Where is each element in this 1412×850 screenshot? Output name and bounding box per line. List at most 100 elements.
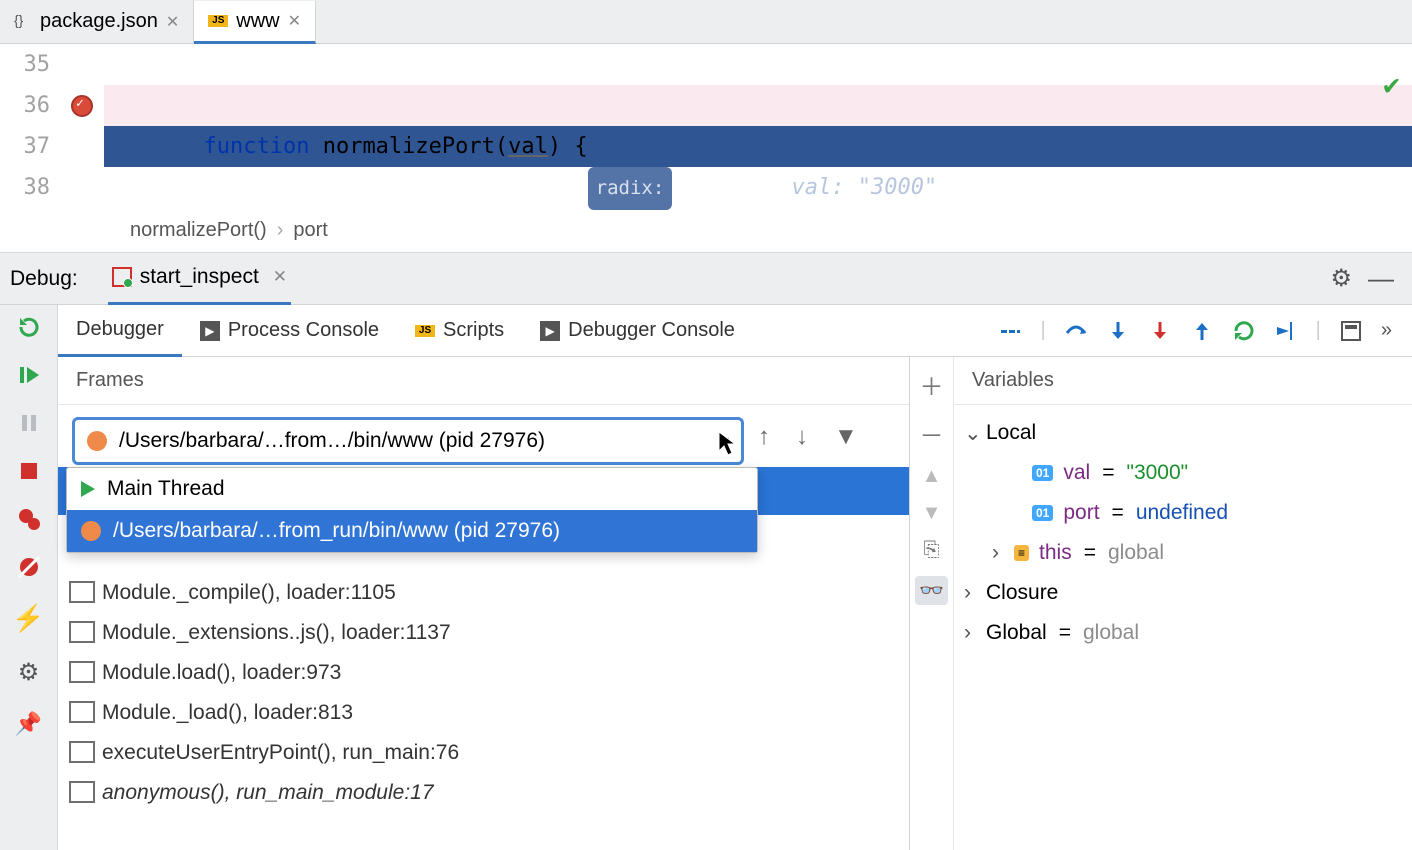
close-icon[interactable]: ✕ — [166, 12, 179, 32]
more-icon[interactable]: » — [1381, 319, 1392, 342]
expand-icon[interactable] — [964, 421, 980, 446]
frame-icon — [72, 704, 94, 722]
debug-label: Debug: — [10, 267, 78, 291]
pin-icon[interactable]: 📌 — [15, 711, 42, 737]
tab-process-console[interactable]: ▶ Process Console — [182, 305, 397, 357]
expand-icon[interactable] — [964, 581, 980, 605]
resume-icon[interactable] — [17, 363, 41, 387]
step-out-icon[interactable] — [1190, 319, 1214, 343]
stop-icon[interactable] — [17, 459, 41, 483]
frame-icon — [72, 784, 94, 802]
stack-frame[interactable]: Module._compile(), loader:1105 — [58, 573, 909, 613]
line-number-gutter: 35 36 37 38 — [0, 44, 60, 209]
file-tab-www[interactable]: JS www ✕ — [194, 1, 316, 44]
settings-icon[interactable]: ⚙ — [18, 658, 40, 687]
variables-title: Variables — [954, 357, 1412, 405]
file-tab-package-json[interactable]: package.json ✕ — [0, 0, 194, 43]
add-watch-icon[interactable]: ＋ — [920, 367, 944, 402]
scope-local[interactable]: Local — [964, 413, 1402, 453]
variable-row[interactable]: 01 val = "3000" — [964, 453, 1402, 493]
remove-watch-icon[interactable]: － — [920, 416, 944, 451]
scope-closure[interactable]: Closure — [964, 573, 1402, 613]
thread-status-icon — [87, 431, 107, 451]
run-to-cursor-icon[interactable] — [1274, 319, 1298, 343]
stack-frame[interactable]: executeUserEntryPoint(), run_main:76 — [58, 733, 909, 773]
minimize-icon[interactable]: — — [1368, 263, 1394, 294]
thread-running-icon — [81, 481, 95, 497]
down-icon[interactable]: ▼ — [922, 502, 942, 525]
mute-breakpoints-icon[interactable] — [17, 555, 41, 579]
frame-icon — [72, 624, 94, 642]
close-icon[interactable]: ✕ — [288, 11, 301, 31]
variable-row[interactable]: 01 port = undefined — [964, 493, 1402, 533]
stack-frame[interactable]: Module._extensions..js(), loader:1137 — [58, 613, 909, 653]
active-run-config-tab[interactable]: start_inspect ✕ — [108, 253, 291, 305]
thread-status-icon — [81, 521, 101, 541]
file-tab-label: package.json — [40, 10, 158, 33]
type-badge-icon: 01 — [1032, 505, 1053, 521]
variables-tree[interactable]: Local 01 val = "3000" 01 port = unde — [954, 405, 1412, 661]
code-editor[interactable]: 35 36 37 38 function normalizePort(val) … — [0, 44, 1412, 209]
tab-scripts[interactable]: JS Scripts — [397, 305, 522, 357]
show-exec-point-icon[interactable] — [998, 319, 1022, 343]
up-icon[interactable]: ▲ — [922, 465, 942, 488]
console-icon: ▶ — [200, 321, 220, 341]
stack-frame[interactable]: anonymous(), run_main_module:17 — [58, 773, 909, 813]
gear-icon[interactable]: ⚙ — [1330, 264, 1352, 293]
breadcrumb[interactable]: normalizePort() › port — [0, 209, 1412, 253]
tab-debugger-console[interactable]: ▶ Debugger Console — [522, 305, 753, 357]
breakpoint-gutter[interactable] — [60, 44, 104, 209]
js-icon: JS — [208, 15, 228, 27]
tab-debugger[interactable]: Debugger — [58, 305, 182, 357]
next-frame-icon[interactable]: ↓ — [796, 423, 808, 451]
expand-icon[interactable] — [992, 541, 1008, 565]
file-tab-bar: package.json ✕ JS www ✕ — [0, 0, 1412, 44]
rerun-icon[interactable] — [17, 315, 41, 339]
thread-selector[interactable]: /Users/barbara/…from…/bin/www (pid 27976… — [72, 417, 744, 465]
dropdown-arrow-icon[interactable]: ▾ — [719, 429, 729, 454]
force-step-into-icon[interactable] — [1148, 319, 1172, 343]
chevron-right-icon: › — [277, 219, 284, 242]
variables-panel: ＋ － ▲ ▼ ⎘ 👓 Variables Local — [910, 357, 1412, 850]
thread-dropdown[interactable]: Main Thread /Users/barbara/…from_run/bin… — [66, 467, 758, 553]
code-lines[interactable]: function normalizePort(val) { var port =… — [104, 44, 1412, 209]
frame-icon — [72, 744, 94, 762]
copy-icon[interactable]: ⎘ — [924, 539, 940, 562]
inspection-ok-icon[interactable]: ✔ — [1383, 68, 1400, 101]
pause-icon[interactable] — [17, 411, 41, 435]
inline-debug-hint: val: "3000" — [791, 175, 937, 200]
debug-left-toolbar: ⚡ ⚙ 📌 — [0, 305, 58, 850]
scope-global[interactable]: Global = global — [964, 613, 1402, 653]
type-badge-icon: 01 — [1032, 465, 1053, 481]
evaluate-icon[interactable] — [1339, 319, 1363, 343]
expand-icon[interactable] — [964, 621, 980, 645]
stack-frame[interactable]: Module.load(), loader:973 — [58, 653, 909, 693]
stack-frame[interactable]: Module._load(), loader:813 — [58, 693, 909, 733]
json-icon — [14, 13, 32, 31]
step-into-icon[interactable] — [1106, 319, 1130, 343]
file-tab-label: www — [236, 10, 279, 33]
variable-row[interactable]: ≡ this = global — [964, 533, 1402, 573]
view-breakpoints-icon[interactable] — [17, 507, 41, 531]
lightning-icon[interactable]: ⚡ — [12, 603, 44, 634]
close-icon[interactable]: ✕ — [273, 267, 287, 287]
js-icon: JS — [415, 325, 435, 337]
drop-frame-icon[interactable] — [1232, 319, 1256, 343]
frame-icon — [72, 584, 94, 602]
console-icon: ▶ — [540, 321, 560, 341]
breadcrumb-item[interactable]: port — [293, 219, 327, 242]
glasses-icon[interactable]: 👓 — [915, 576, 948, 605]
thread-option-process[interactable]: /Users/barbara/…from_run/bin/www (pid 27… — [67, 510, 757, 552]
frames-panel: Frames /Users/barbara/…from…/bin/www (pi… — [58, 357, 910, 850]
breakpoint-icon[interactable] — [71, 95, 93, 117]
step-over-icon[interactable] — [1064, 319, 1088, 343]
prev-frame-icon[interactable]: ↑ — [758, 423, 770, 451]
filter-icon[interactable]: ▼ — [834, 423, 858, 451]
variables-gutter: ＋ － ▲ ▼ ⎘ 👓 — [910, 357, 954, 850]
type-badge-icon: ≡ — [1014, 545, 1029, 561]
thread-option-main[interactable]: Main Thread — [67, 468, 757, 510]
stack-frames-list[interactable]: Module._compile(), loader:1105 Module._e… — [58, 573, 909, 813]
debug-toolwindow-header: Debug: start_inspect ✕ ⚙ — — [0, 253, 1412, 305]
frame-icon — [72, 664, 94, 682]
run-config-icon — [112, 267, 132, 287]
